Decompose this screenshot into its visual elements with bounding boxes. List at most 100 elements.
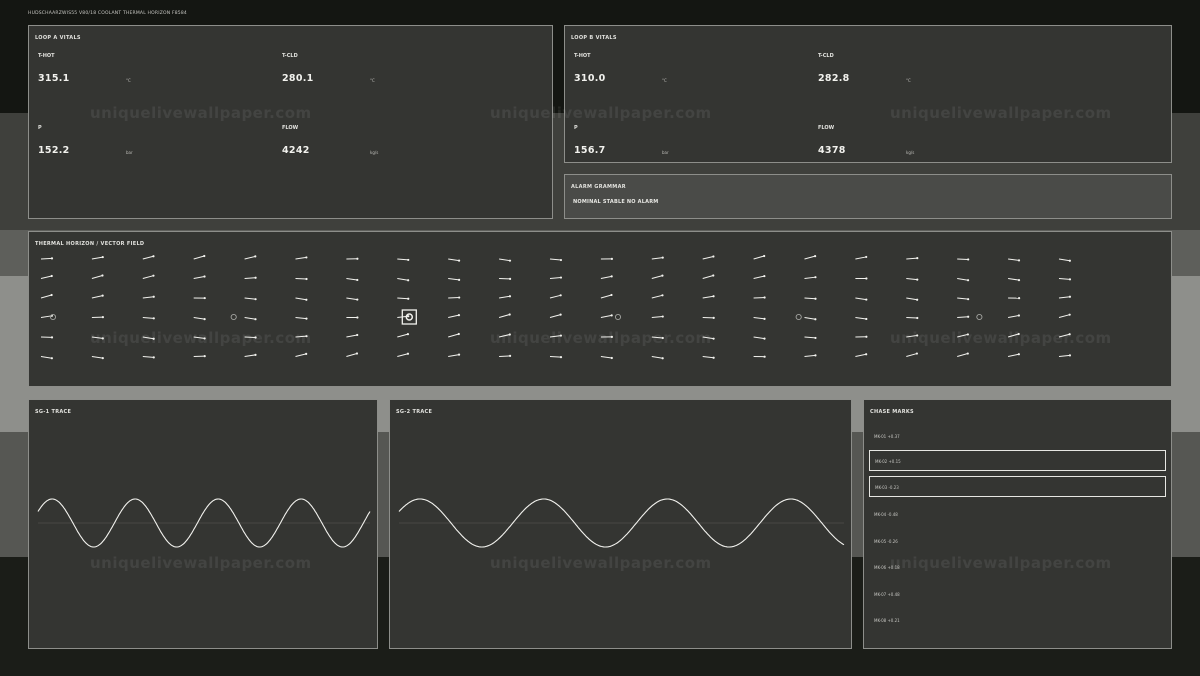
vector-arrow-head: [967, 315, 970, 318]
panel-title: ALARM GRAMMAR: [571, 184, 626, 190]
vector-arrow-head: [559, 258, 563, 262]
vector-arrow: [804, 276, 816, 279]
vector-arrow-head: [1068, 259, 1071, 262]
vector-arrow: [142, 336, 154, 340]
vector-arrow-head: [1068, 295, 1072, 298]
vector-arrow: [906, 257, 918, 260]
vector-arrow-head: [916, 278, 919, 281]
vector-arrow-head: [152, 356, 155, 359]
mark-label: MK-08 +0.21: [874, 618, 900, 623]
vector-arrow-head: [967, 258, 970, 261]
vector-arrow: [295, 317, 307, 320]
vector-arrow: [651, 294, 663, 299]
probe-marker[interactable]: [795, 313, 802, 321]
vector-arrow: [957, 297, 969, 300]
vector-arrow-head: [661, 294, 664, 297]
vector-arrow-head: [203, 275, 206, 278]
vector-arrow-head: [865, 277, 868, 280]
vector-arrow: [346, 352, 358, 357]
vector-arrow: [855, 297, 867, 301]
probe-marker[interactable]: [49, 313, 57, 321]
vector-arrow: [753, 317, 765, 320]
chase-mark-item[interactable]: MK-01 +0.37: [869, 426, 1166, 447]
vector-arrow-head: [458, 296, 461, 299]
vector-arrow-head: [1017, 279, 1021, 282]
vector-arrow-head: [610, 335, 613, 338]
vector-arrow: [397, 258, 409, 261]
vector-arrow-head: [966, 333, 969, 336]
vector-arrow: [753, 336, 765, 340]
vector-arrow-head: [508, 313, 511, 316]
vector-arrow-head: [763, 274, 766, 278]
metric-label: T-HOT: [574, 53, 591, 59]
vector-arrow-head: [305, 317, 308, 320]
metric-unit: kg/s: [906, 150, 915, 155]
vector-arrow-head: [254, 318, 257, 321]
vector-arrow: [906, 353, 918, 357]
chase-mark-item[interactable]: MK-08 +0.21: [869, 610, 1166, 631]
vector-arrow: [346, 334, 358, 338]
vector-arrow: [193, 255, 205, 260]
vector-arrow-head: [203, 254, 206, 258]
vector-arrow: [1007, 353, 1019, 357]
probe-marker[interactable]: [230, 313, 237, 321]
vector-arrow-head: [712, 316, 715, 319]
chase-mark-item[interactable]: MK-07 +0.48: [869, 584, 1166, 605]
vector-arrow-head: [101, 255, 104, 259]
vector-arrow-head: [254, 336, 257, 339]
vector-arrow-head: [763, 355, 766, 358]
chase-mark-item-selected[interactable]: MK-03 -0.23: [869, 476, 1166, 497]
mark-label: MK-06 +0.18: [874, 565, 900, 570]
vector-arrow-head: [559, 356, 563, 359]
probe-marker[interactable]: [614, 313, 622, 321]
vector-arrow-head: [50, 257, 54, 260]
vector-arrow: [702, 295, 714, 299]
metric-label: T-CLD: [818, 53, 834, 59]
metric-value: 4242: [282, 145, 310, 156]
chase-mark-item-selected[interactable]: MK-02 +0.15: [869, 450, 1166, 471]
vector-arrow-head: [661, 274, 664, 277]
vector-arrow: [549, 314, 561, 318]
mark-label: MK-03 -0.23: [875, 485, 899, 490]
sg1-trace-panel: SG-1 TRACE: [28, 399, 378, 649]
vector-arrow: [193, 336, 205, 339]
vector-arrow-head: [305, 298, 308, 301]
vector-arrow: [142, 296, 154, 299]
vector-arrow: [244, 354, 256, 357]
vector-arrow-head: [712, 255, 715, 258]
vector-arrow: [244, 297, 256, 300]
vector-arrow-head: [763, 317, 766, 320]
vector-arrow-head: [661, 336, 664, 340]
vector-arrow: [397, 297, 409, 300]
vector-arrow: [346, 297, 358, 301]
vector-arrow-head: [458, 278, 461, 281]
metric-label: T-CLD: [282, 53, 298, 59]
chase-mark-item[interactable]: MK-04 -0.48: [869, 504, 1166, 525]
vector-arrow-head: [50, 357, 53, 360]
vector-arrow-head: [406, 352, 410, 355]
chase-mark-item[interactable]: MK-06 +0.18: [869, 557, 1166, 578]
vector-arrow-head: [610, 356, 613, 360]
vector-arrow: [193, 317, 205, 320]
vector-arrow-head: [101, 294, 104, 297]
vector-arrow: [1008, 258, 1020, 261]
vector-arrow: [91, 336, 103, 339]
metric-label: P: [38, 125, 42, 131]
vector-arrow-head: [50, 336, 54, 339]
vector-arrow-head: [508, 333, 511, 336]
vector-arrow: [600, 356, 612, 359]
panel-title: LOOP B VITALS: [571, 35, 617, 41]
metric-value: 280.1: [282, 73, 314, 84]
vector-arrow-head: [763, 337, 766, 340]
vector-arrow: [295, 335, 307, 338]
vector-arrow-head: [916, 298, 919, 301]
vector-arrow-head: [1017, 332, 1020, 336]
vector-arrow: [448, 314, 460, 318]
vector-arrow: [397, 353, 409, 357]
chase-mark-item[interactable]: MK-05 -0.26: [869, 531, 1166, 552]
probe-marker[interactable]: [976, 313, 983, 321]
vector-arrow: [448, 278, 460, 281]
metric-unit: °C: [662, 78, 667, 83]
vector-arrow: [549, 277, 562, 279]
vector-arrow-head: [814, 354, 817, 357]
